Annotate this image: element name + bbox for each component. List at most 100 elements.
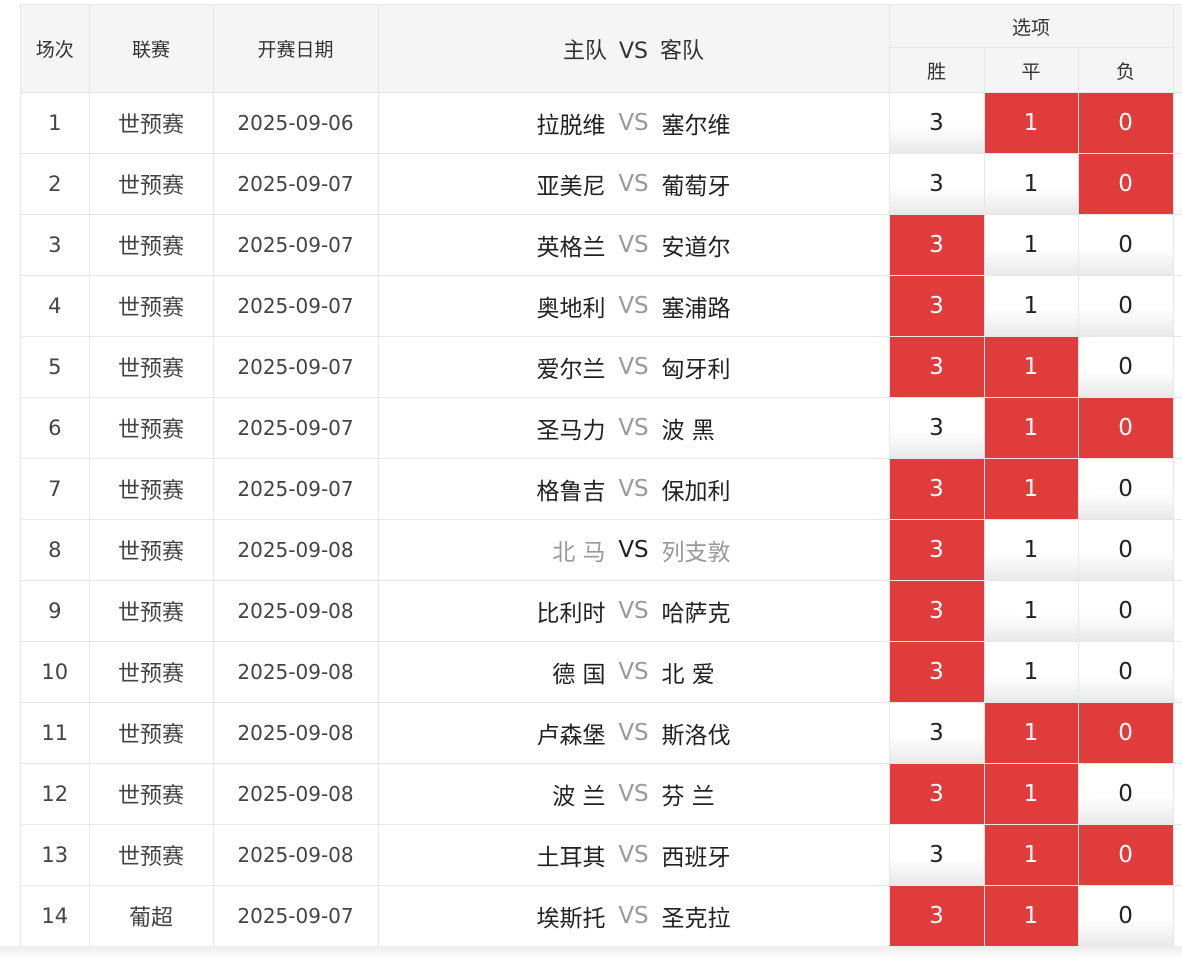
option-draw-button[interactable]: 1 xyxy=(984,886,1077,946)
row-spacer xyxy=(1173,458,1182,520)
vs-label: VS xyxy=(618,171,649,197)
option-draw-button[interactable]: 1 xyxy=(984,337,1077,397)
vs-label: VS xyxy=(618,598,649,624)
option-draw-button[interactable]: 1 xyxy=(984,703,1077,763)
option-loss-button[interactable]: 0 xyxy=(1078,642,1173,702)
option-win-button[interactable]: 3 xyxy=(889,215,983,275)
option-loss-cell: 0 xyxy=(1078,641,1174,703)
option-loss-cell: 0 xyxy=(1078,824,1174,886)
header-league: 联赛 xyxy=(89,5,214,93)
option-win-button[interactable]: 3 xyxy=(889,154,983,214)
option-win-cell: 3 xyxy=(889,519,985,581)
option-draw-button[interactable]: 1 xyxy=(984,764,1077,824)
option-draw-button[interactable]: 1 xyxy=(984,93,1077,153)
option-loss-button[interactable]: 0 xyxy=(1078,886,1173,946)
option-loss-cell: 0 xyxy=(1078,458,1174,520)
match-teams: 埃斯托 VS 圣克拉 xyxy=(378,885,890,947)
header-draw: 平 xyxy=(984,47,1079,93)
row-spacer xyxy=(1173,824,1182,886)
home-team: 拉脱维 xyxy=(536,113,606,139)
option-draw-cell: 1 xyxy=(984,580,1079,642)
row-spacer xyxy=(1173,397,1182,459)
match-index: 10 xyxy=(21,641,90,703)
bottom-shadow xyxy=(0,946,1182,960)
option-loss-button[interactable]: 0 xyxy=(1078,520,1173,580)
option-win-button[interactable]: 3 xyxy=(889,703,983,763)
home-team: 奥地利 xyxy=(536,296,606,322)
option-loss-button[interactable]: 0 xyxy=(1078,398,1173,458)
option-win-button[interactable]: 3 xyxy=(889,93,983,153)
option-draw-button[interactable]: 1 xyxy=(984,398,1077,458)
match-row: 13 世预赛 2025-09-08 土耳其 VS 西班牙 3 1 0 xyxy=(21,824,1182,886)
option-draw-button[interactable]: 1 xyxy=(984,459,1077,519)
match-row: 10 世预赛 2025-09-08 德 国 VS 北 爱310 xyxy=(21,641,1182,703)
option-draw-button[interactable]: 1 xyxy=(984,154,1077,214)
match-teams: 卢森堡 VS 斯洛伐 xyxy=(378,702,890,764)
option-win-button[interactable]: 3 xyxy=(889,642,983,702)
option-loss-button[interactable]: 0 xyxy=(1078,459,1173,519)
option-win-button[interactable]: 3 xyxy=(889,581,983,641)
option-loss-button[interactable]: 0 xyxy=(1078,825,1173,885)
option-loss-cell: 0 xyxy=(1078,580,1174,642)
match-league: 世预赛 xyxy=(89,275,214,337)
vs-label: VS xyxy=(618,537,649,563)
match-league: 世预赛 xyxy=(89,641,214,703)
option-draw-button[interactable]: 1 xyxy=(984,581,1077,641)
match-date: 2025-09-07 xyxy=(213,214,379,276)
option-draw-button[interactable]: 1 xyxy=(984,276,1077,336)
away-team: 西班牙 xyxy=(661,845,731,871)
option-loss-button[interactable]: 0 xyxy=(1078,764,1173,824)
match-index: 5 xyxy=(21,336,90,398)
match-teams: 爱尔兰 VS 匈牙利 xyxy=(378,336,890,398)
option-win-button[interactable]: 3 xyxy=(889,825,983,885)
match-teams: 土耳其 VS 西班牙 xyxy=(378,824,890,886)
option-loss-button[interactable]: 0 xyxy=(1078,154,1173,214)
match-row: 3 世预赛 2025-09-07 英格兰 VS 安道尔 3 1 0 xyxy=(21,214,1182,276)
vs-label: VS xyxy=(618,232,649,258)
option-draw-button[interactable]: 1 xyxy=(984,825,1077,885)
match-league: 世预赛 xyxy=(89,92,214,154)
option-win-button[interactable]: 3 xyxy=(889,337,983,397)
lottery-table: 场次 联赛 开赛日期 主队 VS 客队 选项 胜 平 负 1 世预赛 2025-09-0… xyxy=(21,5,1182,947)
option-draw-button[interactable]: 1 xyxy=(984,520,1077,580)
option-draw-cell: 1 xyxy=(984,763,1079,825)
option-loss-button[interactable]: 0 xyxy=(1078,276,1173,336)
option-win-button[interactable]: 3 xyxy=(889,520,983,580)
option-loss-button[interactable]: 0 xyxy=(1078,703,1173,763)
option-draw-cell: 1 xyxy=(984,92,1079,154)
option-loss-cell: 0 xyxy=(1078,92,1174,154)
option-win-cell: 3 xyxy=(889,92,985,154)
option-draw-cell: 1 xyxy=(984,336,1079,398)
option-draw-button[interactable]: 1 xyxy=(984,642,1077,702)
option-win-button[interactable]: 3 xyxy=(889,398,983,458)
match-date: 2025-09-08 xyxy=(213,519,379,581)
option-win-button[interactable]: 3 xyxy=(889,764,983,824)
option-loss-button[interactable]: 0 xyxy=(1078,337,1173,397)
vs-label: VS xyxy=(618,293,649,319)
vs-label: VS xyxy=(618,659,649,685)
match-row: 11 世预赛 2025-09-08 卢森堡 VS 斯洛伐 3 1 0 xyxy=(21,702,1182,764)
match-index: 7 xyxy=(21,458,90,520)
option-win-button[interactable]: 3 xyxy=(889,459,983,519)
option-loss-button[interactable]: 0 xyxy=(1078,93,1173,153)
match-row: 5 世预赛 2025-09-07 爱尔兰 VS 匈牙利 3 1 0 xyxy=(21,336,1182,398)
option-loss-cell: 0 xyxy=(1078,885,1174,947)
match-index: 11 xyxy=(21,702,90,764)
option-win-button[interactable]: 3 xyxy=(889,886,983,946)
option-loss-button[interactable]: 0 xyxy=(1078,215,1173,275)
row-spacer xyxy=(1173,519,1182,581)
vs-label: VS xyxy=(618,476,649,502)
match-teams: 比利时 VS 哈萨克 xyxy=(378,580,890,642)
option-win-cell: 3 xyxy=(889,763,985,825)
away-team: 塞浦路 xyxy=(661,296,731,322)
option-loss-button[interactable]: 0 xyxy=(1078,581,1173,641)
match-index: 13 xyxy=(21,824,90,886)
option-loss-cell: 0 xyxy=(1078,519,1174,581)
option-draw-cell: 1 xyxy=(984,214,1079,276)
match-date: 2025-09-07 xyxy=(213,275,379,337)
option-win-cell: 3 xyxy=(889,214,985,276)
row-spacer xyxy=(1173,641,1182,703)
option-win-button[interactable]: 3 xyxy=(889,276,983,336)
away-team: 圣克拉 xyxy=(661,906,731,932)
option-draw-button[interactable]: 1 xyxy=(984,215,1077,275)
